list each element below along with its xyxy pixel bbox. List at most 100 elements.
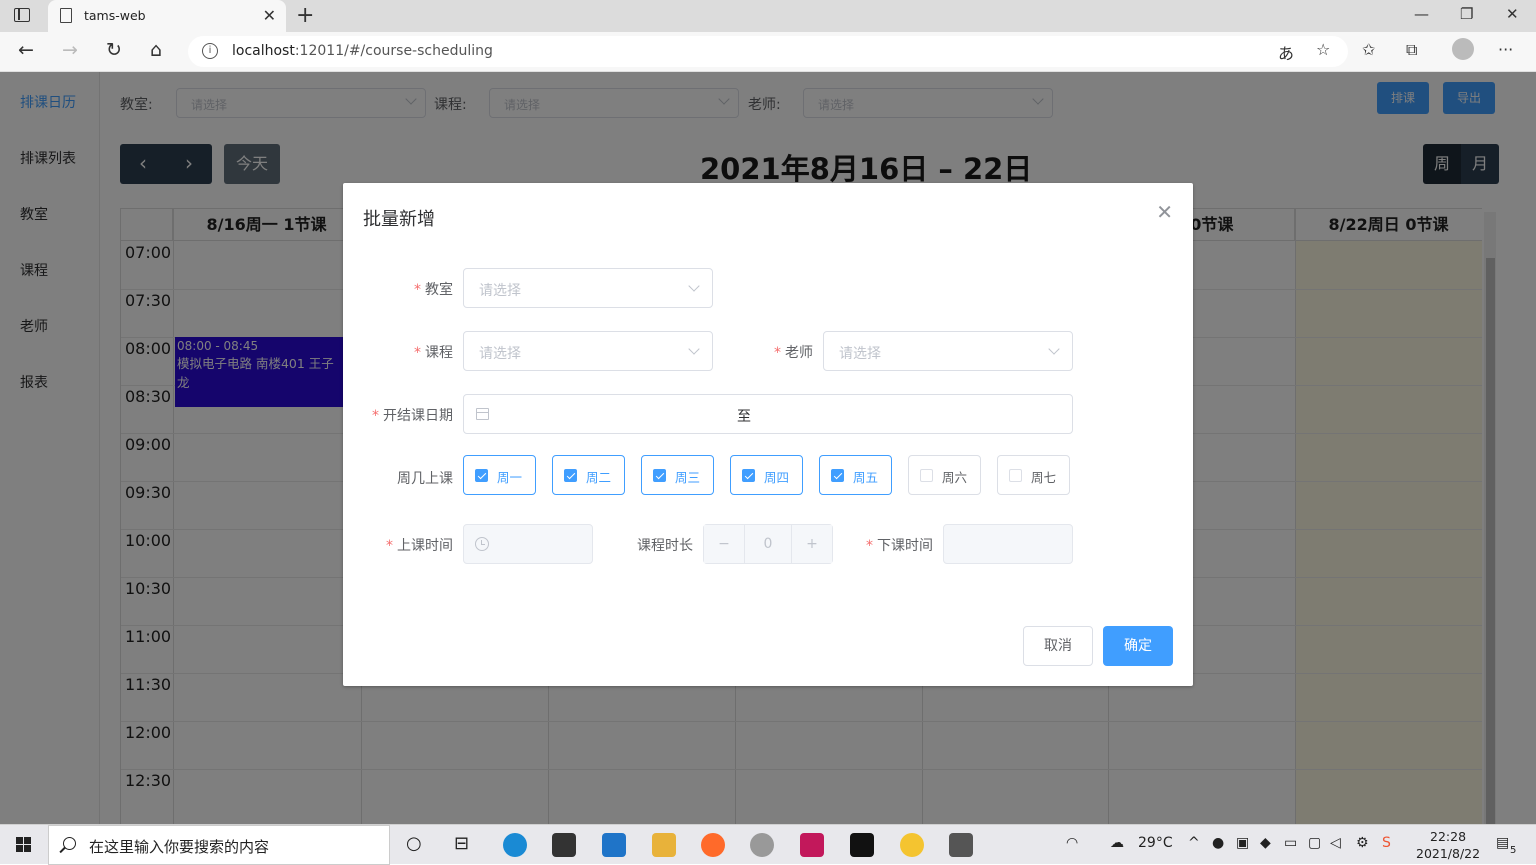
url-text: localhost:12011/#/course-scheduling bbox=[232, 43, 493, 59]
placeholder: 请选择 bbox=[479, 346, 521, 362]
edge-icon[interactable] bbox=[503, 833, 527, 857]
app-icon[interactable] bbox=[750, 833, 774, 857]
task-view-icon[interactable]: ⊟ bbox=[454, 833, 469, 854]
forward-icon[interactable]: → bbox=[62, 39, 78, 61]
wifi-icon[interactable]: ◠ bbox=[1066, 835, 1078, 851]
mail-icon[interactable] bbox=[602, 833, 626, 857]
minimize-icon[interactable]: — bbox=[1414, 5, 1429, 23]
more-icon[interactable]: ··· bbox=[1498, 40, 1513, 59]
back-icon[interactable]: ← bbox=[18, 39, 34, 61]
battery-icon[interactable]: ▭ bbox=[1284, 835, 1297, 851]
clock-icon bbox=[475, 537, 489, 551]
checkbox-icon bbox=[831, 469, 844, 482]
close-tab-icon[interactable]: ✕ bbox=[263, 6, 276, 25]
checkbox-label: 周一 bbox=[497, 470, 523, 485]
search-placeholder: 在这里输入你要搜索的内容 bbox=[89, 838, 270, 856]
chevron-down-icon bbox=[1048, 343, 1060, 355]
checkbox-icon bbox=[653, 469, 666, 482]
required-mark: * bbox=[372, 408, 379, 424]
restore-icon[interactable]: ❐ bbox=[1460, 5, 1473, 23]
checkbox-label: 周七 bbox=[1031, 470, 1057, 485]
tool-icon[interactable] bbox=[949, 833, 973, 857]
cortana-icon[interactable]: ○ bbox=[406, 833, 422, 854]
qq-icon[interactable]: ◆ bbox=[1260, 835, 1271, 851]
confirm-button[interactable]: 确定 bbox=[1103, 626, 1173, 666]
notification-icon[interactable]: ▤ bbox=[1496, 835, 1509, 851]
terminal-icon[interactable] bbox=[850, 833, 874, 857]
system-clock[interactable]: 22:28 2021/8/22 bbox=[1416, 828, 1480, 862]
refresh-icon[interactable]: ↻ bbox=[106, 39, 122, 61]
firefox-icon[interactable] bbox=[701, 833, 725, 857]
duration-stepper[interactable]: − 0 + bbox=[703, 524, 833, 564]
address-bar: ← → ↻ ⌂ i localhost:12011/#/course-sched… bbox=[0, 32, 1536, 72]
teacher-select[interactable]: 请选择 bbox=[823, 331, 1073, 371]
sogou-icon[interactable]: S bbox=[1382, 835, 1391, 851]
app: 排课日历 排课列表 教室 课程 老师 报表 教室: 请选择 课程: 请选择 老师… bbox=[0, 72, 1536, 824]
profile-icon[interactable] bbox=[1452, 38, 1474, 60]
end-time-input bbox=[943, 524, 1073, 564]
weekday-checkbox-fri[interactable]: 周五 bbox=[819, 455, 892, 495]
weekday-checkbox-thu[interactable]: 周四 bbox=[730, 455, 803, 495]
date-range-picker[interactable]: 至 bbox=[463, 394, 1073, 434]
network-icon[interactable]: ▢ bbox=[1308, 835, 1321, 851]
weekday-label: 周几上课 bbox=[397, 471, 453, 487]
tab-title: tams-web bbox=[84, 8, 146, 23]
notes-icon[interactable] bbox=[900, 833, 924, 857]
volume-icon[interactable]: ◁ bbox=[1330, 835, 1341, 851]
browser-tab[interactable]: tams-web ✕ bbox=[48, 0, 286, 32]
clock-time: 22:28 bbox=[1430, 829, 1467, 844]
duration-value[interactable]: 0 bbox=[744, 525, 792, 563]
favorites-icon[interactable]: ✩ bbox=[1362, 40, 1375, 59]
required-mark: * bbox=[774, 345, 781, 361]
collections-icon[interactable]: ⧉ bbox=[1406, 40, 1417, 60]
start-time-input[interactable] bbox=[463, 524, 593, 564]
add-favorite-icon[interactable]: ☆ bbox=[1316, 40, 1330, 59]
chevron-up-icon[interactable]: ^ bbox=[1188, 835, 1200, 851]
page-icon bbox=[60, 8, 72, 23]
clock-date: 2021/8/22 bbox=[1416, 846, 1481, 861]
windows-start-icon[interactable] bbox=[16, 837, 32, 853]
read-aloud-icon[interactable]: あ bbox=[1278, 40, 1294, 64]
checkbox-label: 周五 bbox=[853, 470, 879, 485]
weather-text[interactable]: 29°C bbox=[1138, 835, 1173, 851]
cancel-button[interactable]: 取消 bbox=[1023, 626, 1093, 666]
checkbox-icon bbox=[1009, 469, 1022, 482]
notification-count: 5 bbox=[1510, 845, 1517, 856]
weekday-checkbox-sun[interactable]: 周七 bbox=[997, 455, 1070, 495]
weekday-checkbox-tue[interactable]: 周二 bbox=[552, 455, 625, 495]
taskbar-search-input[interactable]: 在这里输入你要搜索的内容 bbox=[48, 825, 390, 865]
search-icon bbox=[63, 837, 76, 850]
batch-add-dialog: 批量新增 ✕ * 教室 请选择 * 课程 请选择 * 老师 请选择 * 开结课日期 至 … bbox=[343, 183, 1193, 686]
file-explorer-icon[interactable] bbox=[652, 833, 676, 857]
weather-icon[interactable]: ☁ bbox=[1110, 835, 1124, 851]
checkbox-icon bbox=[920, 469, 933, 482]
classroom-label: * 教室 bbox=[414, 282, 453, 298]
decrease-button[interactable]: − bbox=[704, 525, 744, 563]
range-separator: 至 bbox=[737, 409, 751, 425]
course-select[interactable]: 请选择 bbox=[463, 331, 713, 371]
close-window-icon[interactable]: ✕ bbox=[1506, 5, 1519, 23]
new-tab-button[interactable]: + bbox=[296, 3, 314, 28]
intellij-icon[interactable] bbox=[800, 833, 824, 857]
store-icon[interactable] bbox=[552, 833, 576, 857]
info-icon[interactable]: i bbox=[202, 43, 218, 59]
tab-actions-icon[interactable] bbox=[14, 8, 30, 22]
classroom-select[interactable]: 请选择 bbox=[463, 268, 713, 308]
close-icon[interactable]: ✕ bbox=[1156, 200, 1173, 224]
placeholder: 请选择 bbox=[479, 283, 521, 299]
tray-icon[interactable]: ▣ bbox=[1236, 835, 1249, 851]
weekday-checkbox-wed[interactable]: 周三 bbox=[641, 455, 714, 495]
weekday-checkbox-sat[interactable]: 周六 bbox=[908, 455, 981, 495]
url-field[interactable]: i localhost:12011/#/course-scheduling bbox=[188, 36, 1348, 67]
required-mark: * bbox=[414, 345, 421, 361]
checkbox-icon bbox=[564, 469, 577, 482]
course-label: * 课程 bbox=[414, 345, 453, 361]
required-mark: * bbox=[386, 538, 393, 554]
start-time-label: * 上课时间 bbox=[386, 538, 453, 554]
ime-icon[interactable]: ⚙ bbox=[1356, 835, 1369, 851]
dialog-title: 批量新增 bbox=[363, 209, 435, 230]
weekday-checkbox-mon[interactable]: 周一 bbox=[463, 455, 536, 495]
mic-icon[interactable]: ● bbox=[1212, 835, 1224, 851]
checkbox-label: 周四 bbox=[764, 470, 790, 485]
home-icon[interactable]: ⌂ bbox=[150, 39, 162, 61]
